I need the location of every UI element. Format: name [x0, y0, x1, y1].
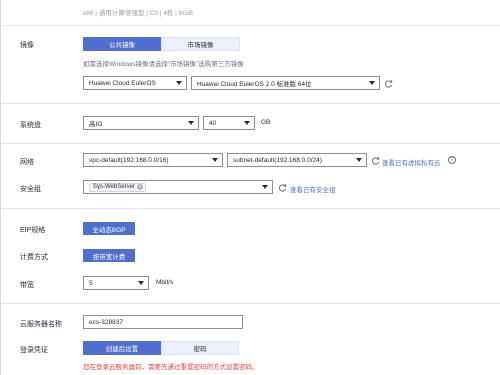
image-type-tabs: 公共镜像 市场镜像 [83, 37, 240, 51]
image-label: 镜像 [20, 42, 34, 49]
subnet-select[interactable]: subnet-default(192.168.0.0/24) [227, 153, 367, 167]
view-security-group-link[interactable]: 查看已有安全组 [290, 184, 336, 194]
tab-public-image[interactable]: 公共镜像 [83, 37, 161, 51]
disk-unit: GB [261, 119, 271, 126]
bandwidth-label: 带宽 [20, 282, 34, 289]
login-warning: 您在登录云服务器前，需要先通过重置密码的方式设置密码。 [83, 364, 259, 371]
billing-label: 计费方式 [20, 254, 48, 261]
chevron-down-icon [262, 185, 268, 189]
security-group-select[interactable]: Sys-WebServer × [83, 180, 273, 194]
disk-type-value: 高IO [89, 121, 103, 128]
bandwidth-select[interactable]: 5 [83, 276, 149, 290]
os-select[interactable]: Huawei Cloud EulerOS [83, 76, 187, 90]
divider [1, 103, 500, 104]
chevron-down-icon [212, 158, 218, 162]
ecs-config-panel: x86 | 通用计算增强型 | C3 | 4核 | 8GiB 镜像 公共镜像 市… [0, 0, 500, 375]
bandwidth-value: 5 [89, 279, 93, 287]
tab-set-after-create[interactable]: 创建后设置 [83, 341, 161, 355]
view-vpc-link[interactable]: 查看已有虚拟私有云 [382, 157, 441, 167]
server-name-value: ecs-328837 [89, 318, 123, 326]
chevron-down-icon [188, 121, 194, 125]
eip-label: EIP规格 [20, 227, 46, 234]
vpc-value: vpc-default(192.168.0.0/16) [89, 156, 169, 164]
divider [1, 143, 500, 144]
tab-market-image[interactable]: 市场镜像 [161, 37, 240, 51]
refresh-icon[interactable] [278, 183, 287, 192]
chevron-down-icon [244, 121, 250, 125]
server-name-label: 云服务器名称 [20, 321, 62, 328]
chevron-down-icon [369, 81, 375, 85]
disk-size-select[interactable]: 40 [203, 116, 255, 130]
bandwidth-unit: Mbit/s [156, 279, 174, 286]
chevron-down-icon [138, 281, 144, 285]
login-method-tabs: 创建后设置 密码 [83, 341, 239, 355]
server-name-input[interactable]: ecs-328837 [83, 315, 243, 329]
divider [1, 303, 500, 304]
subnet-value: subnet-default(192.168.0.0/24) [233, 156, 322, 164]
image-hint: 如需选择Windows镜像请选择“市场镜像”选购第三方镜像 [83, 61, 244, 68]
os-version-value: Huawei Cloud EulerOS 2.0 标准版 64位 [197, 81, 312, 88]
divider [1, 208, 500, 209]
security-group-tags: Sys-WebServer × [89, 182, 262, 192]
security-group-tag: Sys-WebServer × [89, 182, 146, 192]
os-version-select[interactable]: Huawei Cloud EulerOS 2.0 标准版 64位 [191, 76, 380, 90]
refresh-icon[interactable] [384, 79, 393, 88]
security-group-tag-label: Sys-WebServer [93, 184, 135, 190]
close-icon[interactable]: × [136, 184, 143, 190]
vpc-select[interactable]: vpc-default(192.168.0.0/16) [83, 153, 223, 167]
refresh-icon[interactable] [371, 156, 380, 165]
chevron-down-icon [356, 158, 362, 162]
tab-password[interactable]: 密码 [161, 341, 239, 355]
network-label: 网络 [20, 159, 34, 166]
spec-summary: x86 | 通用计算增强型 | C3 | 4核 | 8GiB [83, 10, 194, 17]
disk-type-select[interactable]: 高IO [83, 116, 199, 130]
os-select-value: Huawei Cloud EulerOS [89, 79, 156, 87]
chevron-down-icon [176, 81, 182, 85]
system-disk-label: 系统盘 [20, 122, 41, 129]
divider [1, 25, 500, 26]
help-icon[interactable]: ? [448, 156, 456, 164]
eip-bgp-button[interactable]: 全动态BGP [83, 222, 135, 235]
billing-bandwidth-button[interactable]: 按带宽计费 [83, 249, 135, 262]
security-group-label: 安全组 [20, 186, 41, 193]
disk-size-value: 40 [209, 119, 217, 127]
login-label: 登录凭证 [20, 347, 48, 354]
